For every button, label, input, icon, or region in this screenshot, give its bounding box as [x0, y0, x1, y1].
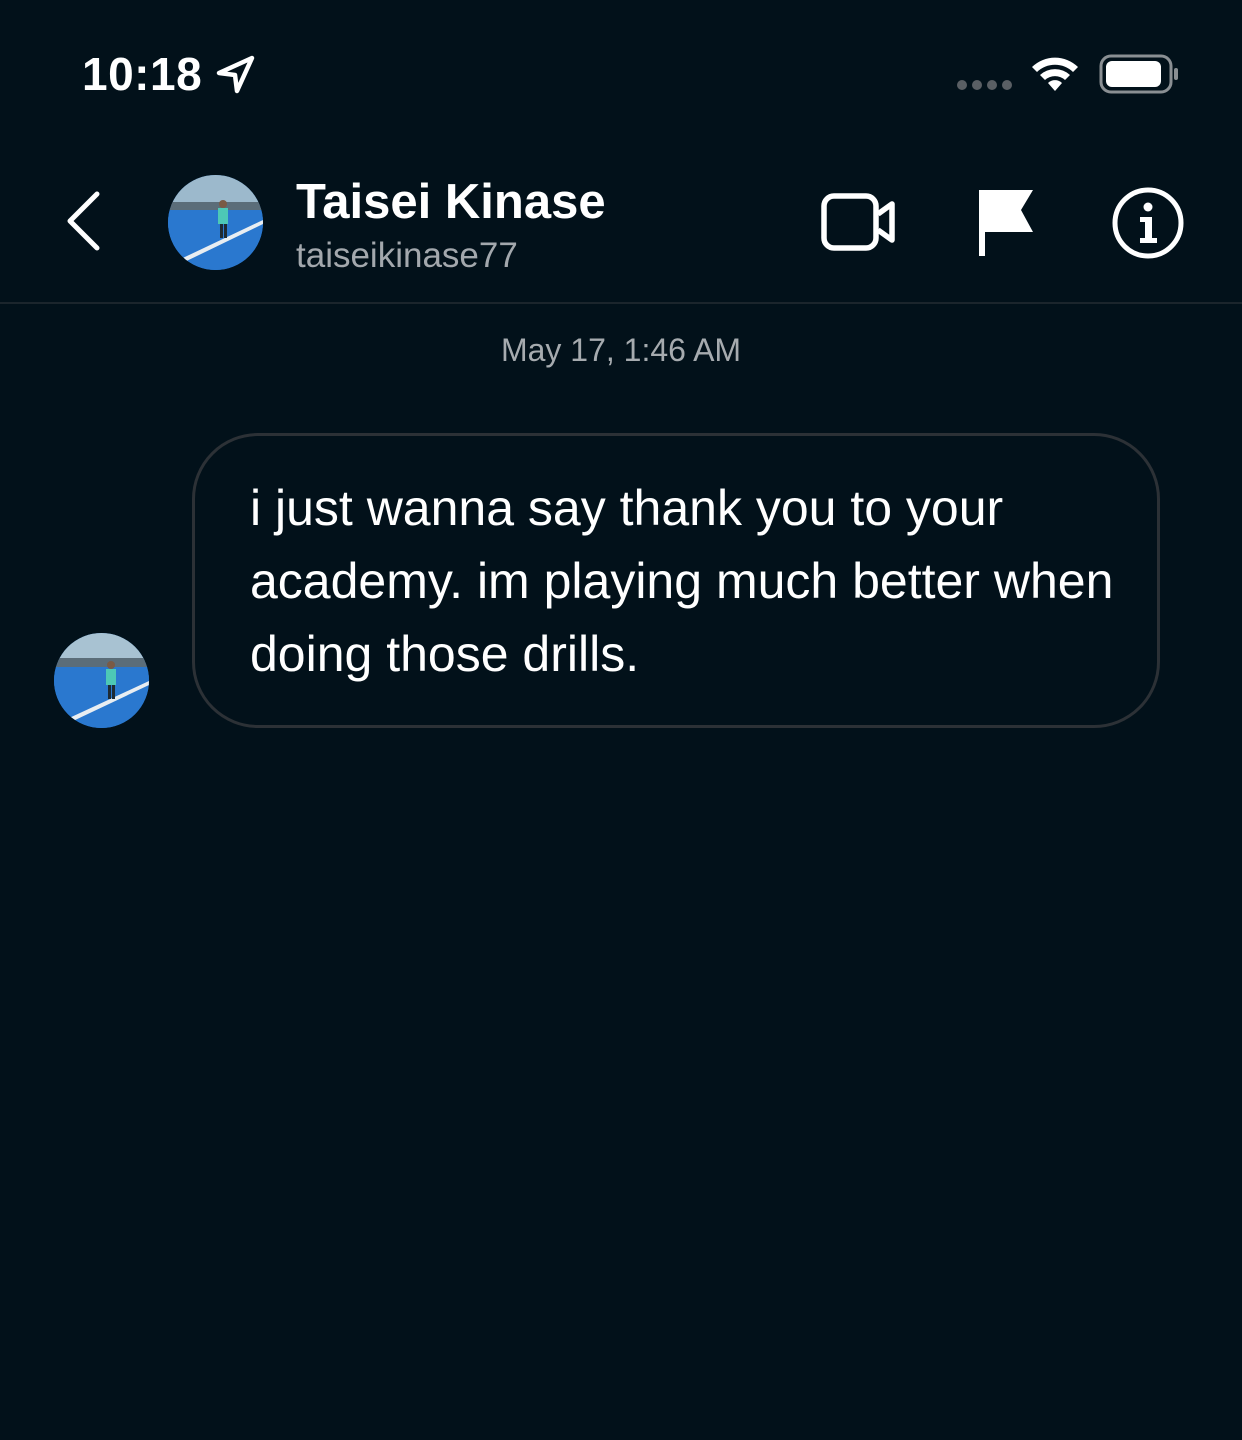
flag-icon[interactable] — [975, 186, 1037, 258]
location-arrow-icon — [216, 55, 255, 94]
message-text: i just wanna say thank you to your acade… — [250, 480, 1114, 682]
avatar[interactable] — [168, 175, 263, 270]
sender-avatar[interactable] — [54, 633, 149, 728]
wifi-icon — [1032, 57, 1078, 91]
status-time: 10:18 — [82, 48, 203, 100]
chevron-left-icon[interactable] — [60, 188, 108, 254]
contact-username[interactable]: taiseikinase77 — [296, 234, 518, 278]
dm-screen: 10:18 Taisei Kinase taiseikinase77 May 1… — [0, 0, 1242, 1440]
chat-header: Taisei Kinase taiseikinase77 — [0, 150, 1242, 304]
info-icon[interactable] — [1111, 186, 1185, 260]
video-call-icon[interactable] — [820, 190, 898, 254]
signal-dots-icon — [957, 80, 1012, 90]
message-timestamp: May 17, 1:46 AM — [500, 332, 742, 368]
message-bubble[interactable]: i just wanna say thank you to your acade… — [192, 433, 1160, 728]
contact-name[interactable]: Taisei Kinase — [296, 172, 606, 232]
battery-icon — [1099, 54, 1178, 94]
